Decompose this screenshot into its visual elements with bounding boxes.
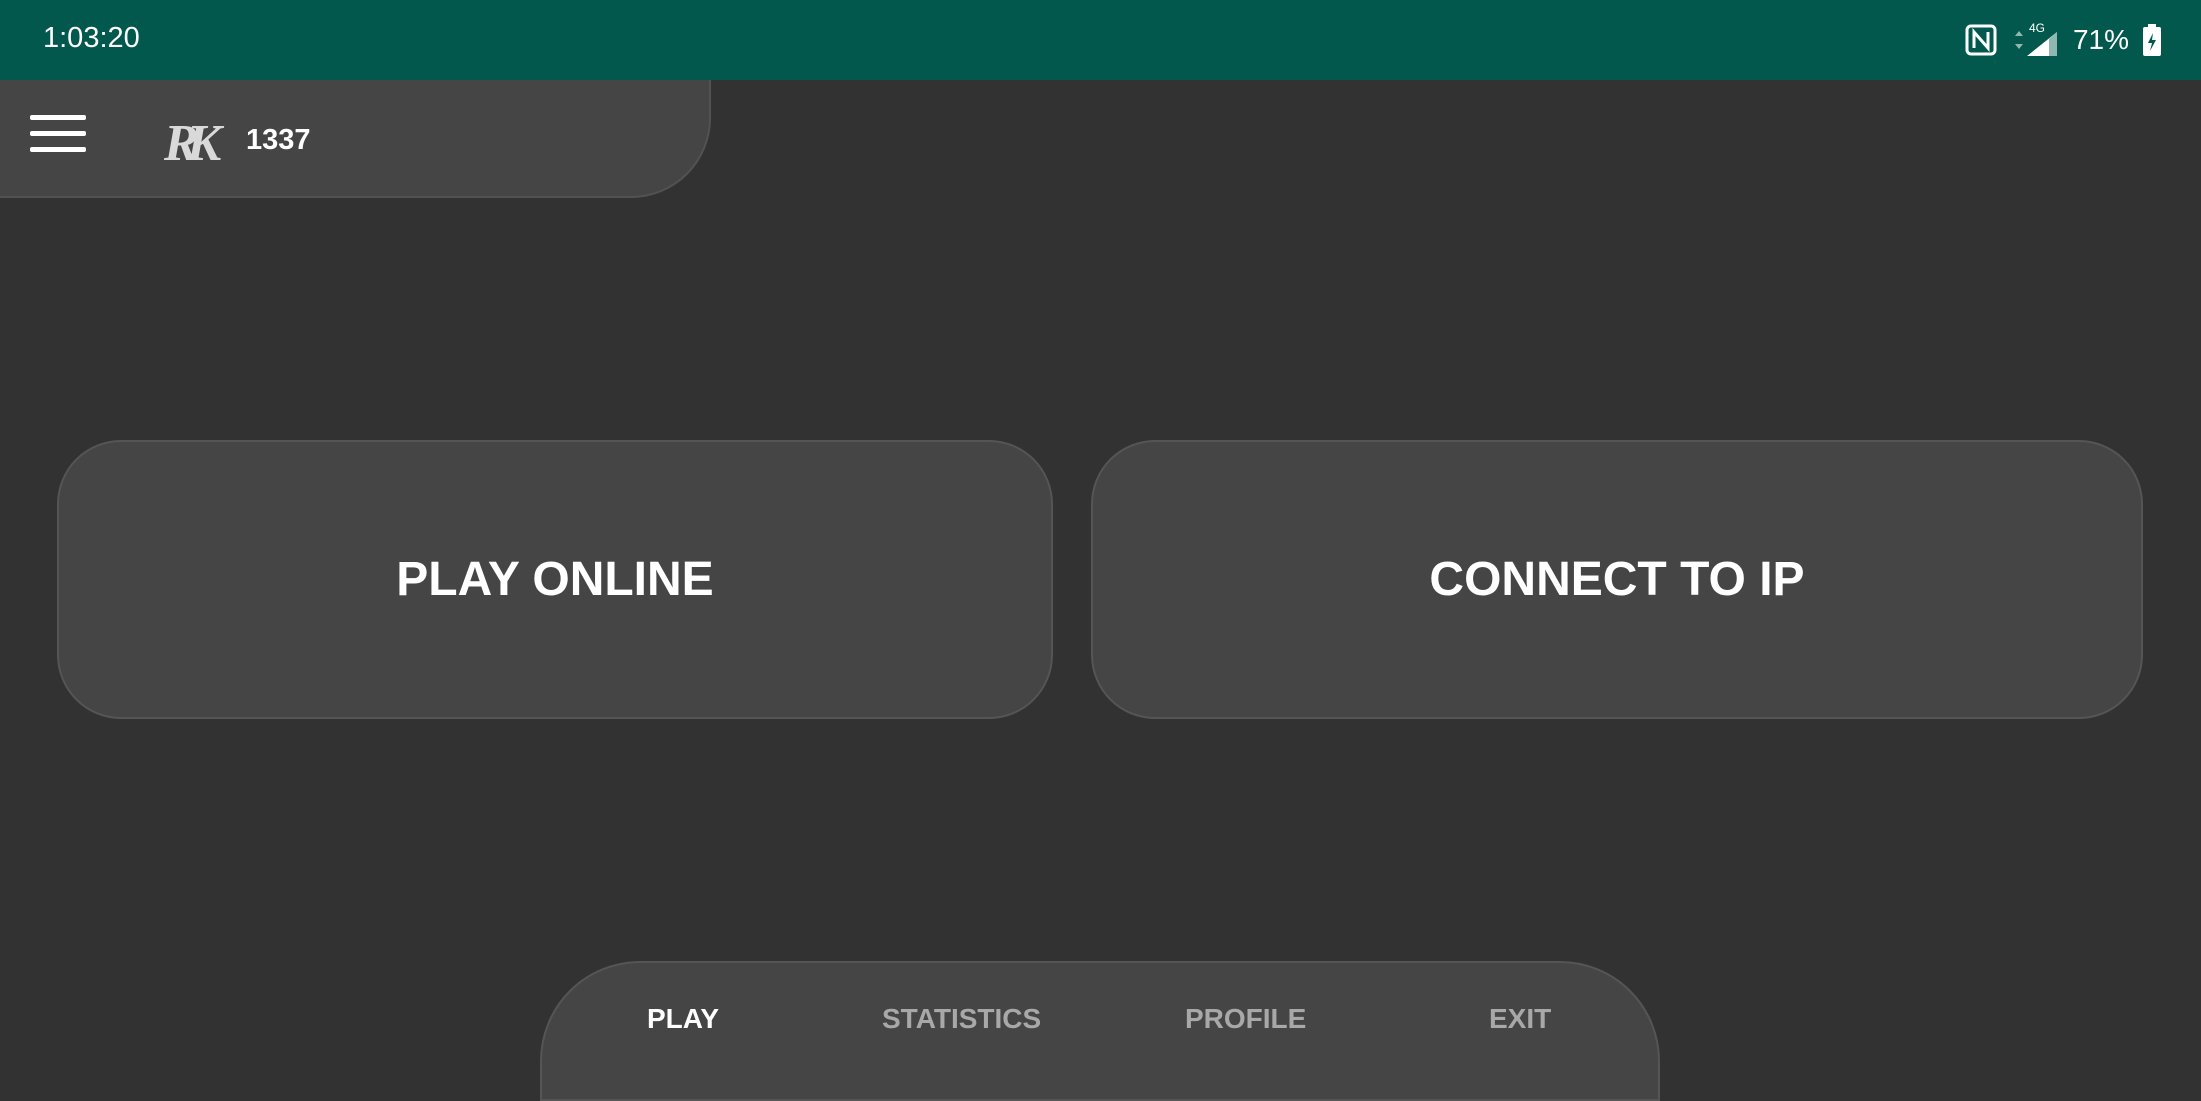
menu-bar-line: [30, 131, 86, 136]
status-time: 1:03:20: [43, 22, 140, 54]
connect-to-ip-button[interactable]: CONNECT TO IP: [1091, 440, 2143, 719]
status-icons: 4G 71%: [1965, 20, 2161, 60]
player-score: 1337: [246, 124, 311, 156]
bottom-navigation: PLAY STATISTICS PROFILE EXIT: [540, 961, 1660, 1101]
rk-logo-text: RK: [163, 115, 225, 172]
status-bar: 1:03:20 4G 71%: [0, 0, 2201, 80]
rk-logo: RK: [163, 115, 226, 172]
top-header: RK 1337: [0, 80, 711, 198]
battery-charging-icon: [2143, 24, 2161, 56]
network-type-label: 4G: [2029, 22, 2045, 35]
tab-profile[interactable]: PROFILE: [1185, 1003, 1306, 1035]
play-online-button[interactable]: PLAY ONLINE: [57, 440, 1053, 719]
tab-play[interactable]: PLAY: [647, 1003, 719, 1035]
tab-statistics[interactable]: STATISTICS: [882, 1003, 1041, 1035]
play-online-label: PLAY ONLINE: [396, 553, 714, 606]
tab-exit[interactable]: EXIT: [1489, 1003, 1551, 1035]
signal-icon: 4G: [2014, 22, 2057, 56]
nfc-icon: [1965, 24, 1997, 56]
menu-bar-line: [30, 147, 86, 152]
battery-percent: 71%: [2072, 24, 2129, 55]
hamburger-menu-button[interactable]: [30, 115, 86, 159]
connect-to-ip-label: CONNECT TO IP: [1429, 553, 1805, 606]
menu-bar-line: [30, 115, 86, 120]
